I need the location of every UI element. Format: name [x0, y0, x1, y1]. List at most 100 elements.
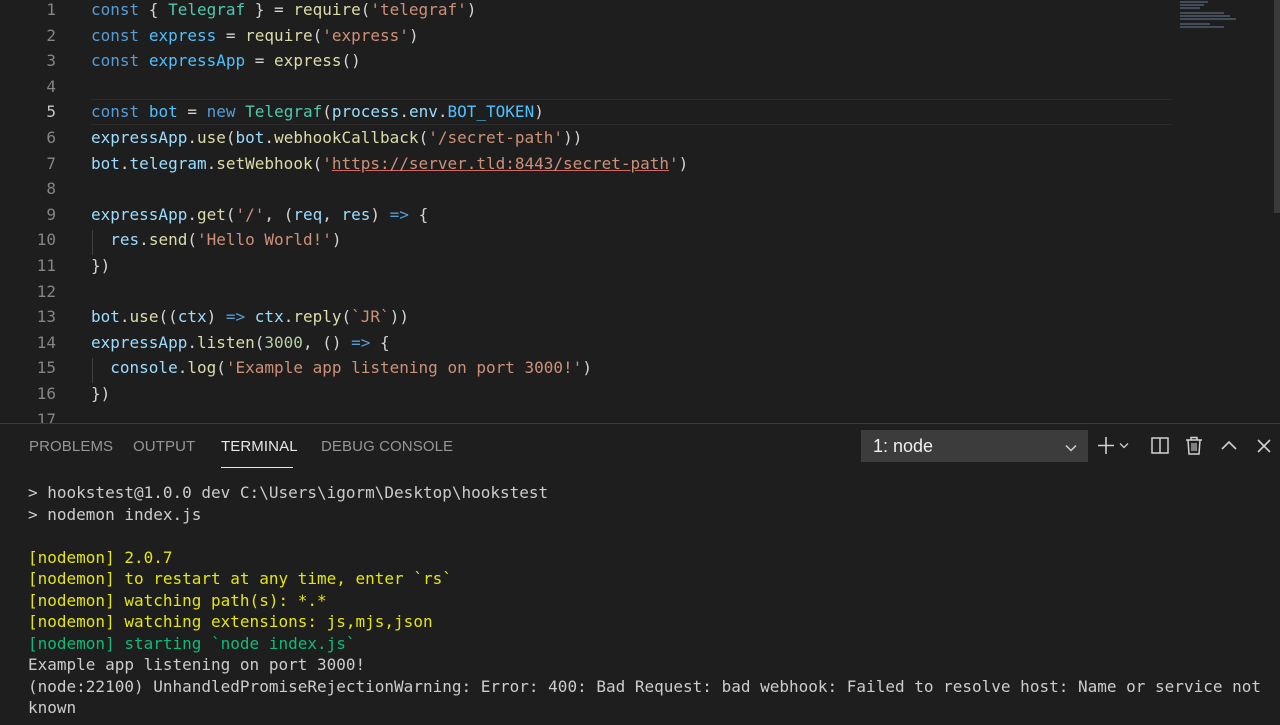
code-token: (): [341, 51, 361, 71]
code-token: =: [177, 102, 207, 122]
tab-problems[interactable]: PROBLEMS: [29, 438, 113, 455]
terminal-output[interactable]: > hookstest@1.0.0 dev C:\Users\igorm\Des…: [28, 482, 1273, 719]
code-token: req: [293, 204, 323, 224]
line-code: expressApp.use(bot.webhookCallback('/sec…: [91, 125, 582, 151]
line-number: 6: [46, 128, 56, 147]
new-terminal-button[interactable]: [1096, 434, 1129, 458]
code-token: .: [437, 102, 448, 122]
terminal-select-value: 1: node: [873, 436, 934, 456]
code-token: BOT_TOKEN: [447, 102, 535, 122]
code-line[interactable]: 1 const { Telegraf } = require('telegraf'…: [0, 0, 1180, 23]
terminal-line: > nodemon index.js: [28, 504, 202, 524]
code-token: .: [206, 153, 217, 173]
code-token: (: [418, 128, 429, 147]
code-line[interactable]: 12: [0, 279, 1180, 305]
code-line[interactable]: 4: [0, 74, 1180, 100]
line-code: expressApp.listen(3000, () => {: [91, 330, 390, 356]
code-line[interactable]: 11}): [0, 253, 1180, 279]
code-token: bot: [235, 128, 265, 147]
tab-output[interactable]: OUTPUT: [133, 438, 195, 455]
code-token: send: [148, 230, 188, 250]
code-token: new: [206, 102, 236, 122]
code-token: (: [254, 332, 265, 352]
editor-scrollbar[interactable]: [1274, 0, 1280, 213]
line-number: 11: [36, 256, 56, 275]
line-number: 3: [46, 51, 56, 71]
code-token: expressApp: [91, 128, 188, 147]
terminal-line: [nodemon] starting `node index.js`: [28, 633, 356, 653]
code-token: (: [322, 102, 332, 122]
code-token: const: [91, 102, 140, 122]
code-token: ): [678, 153, 689, 173]
close-panel-button[interactable]: [1253, 434, 1277, 458]
code-token: env: [408, 102, 438, 122]
code-token: .: [119, 153, 130, 173]
bottom-panel: PROBLEMS OUTPUT TERMINAL DEBUG CONSOLE 1…: [0, 423, 1280, 725]
code-token: setWebhook: [216, 153, 313, 173]
kill-terminal-button[interactable]: [1183, 434, 1207, 458]
code-line[interactable]: 15 console.log('Example app listening on…: [0, 355, 1180, 381]
plus-icon: [1096, 434, 1129, 458]
code-token: webhookCallback: [274, 128, 419, 147]
terminal-line: Example app listening on port 3000!: [28, 655, 366, 674]
split-terminal-button[interactable]: [1149, 434, 1173, 458]
terminal-select[interactable]: 1: node: [861, 430, 1088, 462]
line-number: 9: [46, 204, 56, 224]
code-token: require: [293, 0, 361, 19]
code-token: .: [187, 204, 197, 224]
code-editor[interactable]: 1 const { Telegraf } = require('telegraf'…: [0, 0, 1280, 423]
code-token: require: [245, 25, 313, 45]
line-number: 14: [36, 332, 56, 352]
code-line[interactable]: 13 bot.use((ctx) => ctx.reply(`JR`)): [0, 304, 1180, 330]
chevron-up-icon: [1218, 434, 1242, 458]
terminal-line: [nodemon] watching extensions: js,mjs,js…: [28, 612, 433, 631]
code-token: {: [408, 204, 429, 224]
code-line[interactable]: 10 res.send('Hello World!'): [0, 227, 1180, 253]
code-line[interactable]: 16}): [0, 381, 1180, 407]
code-token: `JR`: [351, 307, 390, 327]
code-line[interactable]: 5 const bot = new Telegraf(process.env.BO…: [0, 99, 1180, 125]
code-token: )): [389, 307, 409, 327]
code-token: =: [245, 51, 275, 71]
code-token: expressApp: [91, 332, 188, 352]
tab-debug-console[interactable]: DEBUG CONSOLE: [321, 438, 453, 455]
code-line[interactable]: 17: [0, 407, 1180, 423]
line-number: 16: [36, 384, 56, 403]
minimap[interactable]: [1178, 0, 1268, 30]
line-number: 17: [36, 409, 56, 423]
line-code: const { Telegraf } = require('telegraf'): [91, 0, 476, 23]
code-line[interactable]: 9 expressApp.get('/', (req, res) => {: [0, 202, 1180, 228]
code-token: use: [129, 307, 159, 327]
code-line[interactable]: 7 bot.telegram.setWebhook('https://server…: [0, 151, 1180, 177]
code-token: bot: [91, 153, 120, 173]
code-token: use: [196, 128, 226, 147]
tab-terminal[interactable]: TERMINAL: [221, 438, 298, 455]
code-token: Telegraf: [168, 0, 246, 19]
line-code: console.log('Example app listening on po…: [91, 355, 592, 381]
code-line[interactable]: 2 const express = require('express'): [0, 23, 1180, 49]
line-number: 2: [46, 25, 56, 45]
code-token: 'express': [322, 25, 409, 45]
code-token: '/': [235, 204, 265, 224]
code-token: (: [216, 358, 226, 378]
maximize-panel-button[interactable]: [1218, 434, 1242, 458]
code-token: log: [187, 358, 217, 378]
line-number: 15: [36, 358, 56, 378]
code-line[interactable]: 3 const expressApp = express(): [0, 48, 1180, 74]
line-code: const expressApp = express(): [91, 48, 361, 74]
chevron-down-icon: [1064, 439, 1078, 460]
code-token: (: [187, 230, 197, 250]
code-line[interactable]: 8: [0, 176, 1180, 202]
code-token: res: [341, 204, 371, 224]
code-token: }): [91, 384, 111, 403]
code-token: reply: [293, 307, 342, 327]
code-line[interactable]: 6 expressApp.use(bot.webhookCallback('/se…: [0, 125, 1180, 151]
code-token: .: [264, 128, 275, 147]
code-token: =>: [225, 307, 246, 327]
code-line[interactable]: 14 expressApp.listen(3000, () => {: [0, 330, 1180, 356]
line-number: 1: [46, 0, 56, 19]
